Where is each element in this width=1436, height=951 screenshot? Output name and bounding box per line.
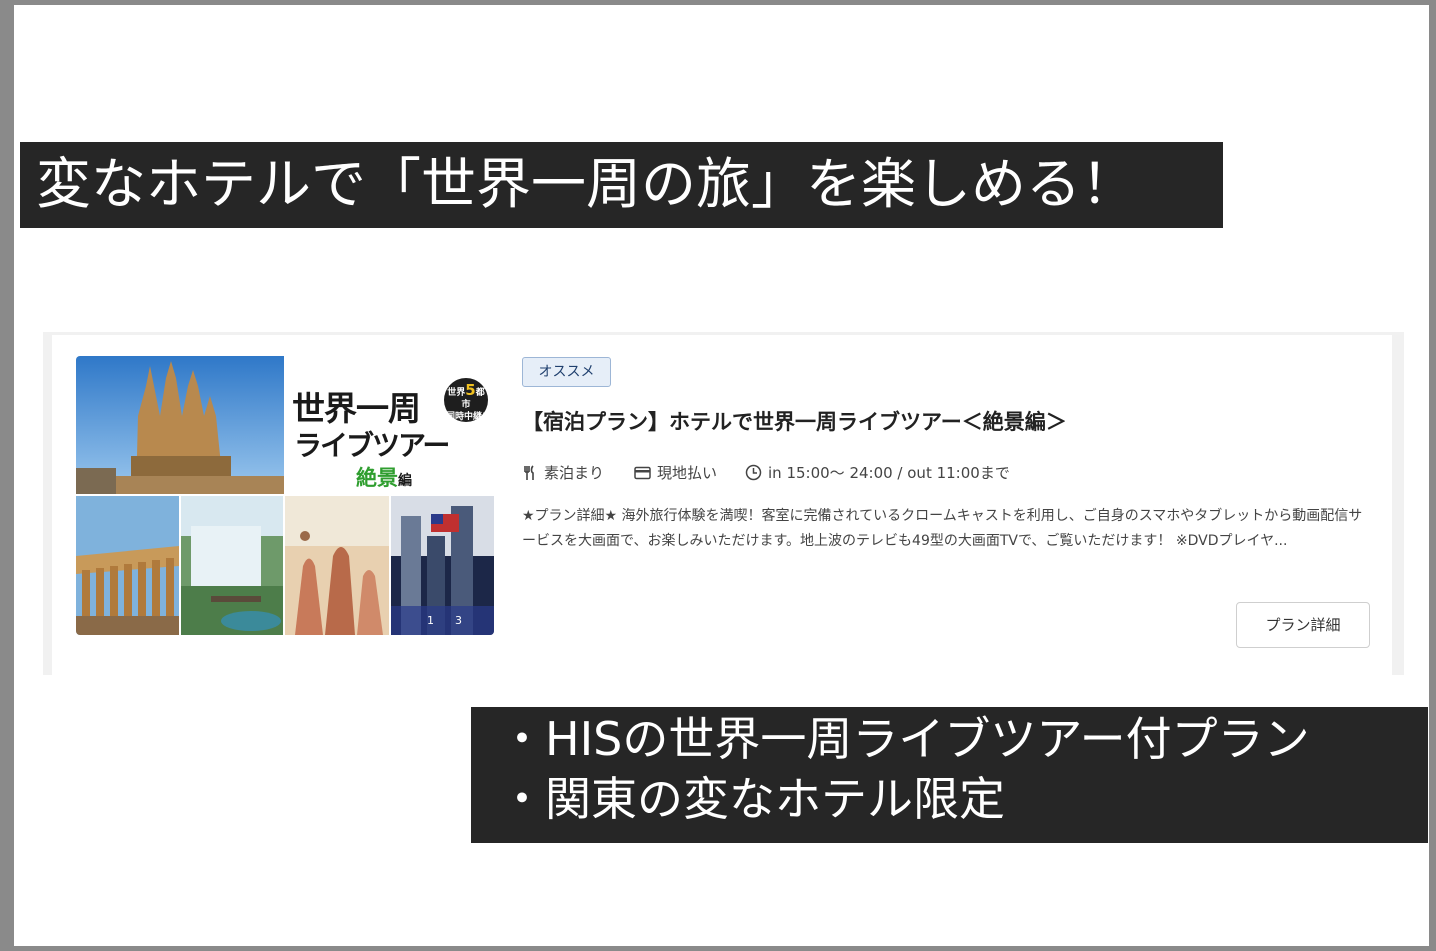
photo-sagrada-familia (76, 356, 284, 494)
bullet-item-2: ・関東の変なホテル限定 (499, 772, 1005, 826)
carousel-page-3[interactable]: 3 (455, 614, 462, 627)
plan-title[interactable]: 【宿泊プラン】ホテルで世界一周ライブツアー＜絶景編＞ (522, 406, 1067, 436)
bullet-item-1: ・HISの世界一周ライブツアー付プラン (499, 712, 1310, 766)
photo-cappadocia (285, 496, 389, 635)
photo-parthenon (76, 496, 179, 635)
recommend-tag: オススメ (522, 357, 611, 387)
meal-label: 素泊まり (544, 464, 605, 482)
headline-banner: 変なホテルで「世界一周の旅」を楽しめる！ (20, 142, 1223, 228)
photo-waterfall (181, 496, 283, 635)
plan-description: ★プラン詳細★ 海外旅行体験を満喫！客室に完備されているクロームキャストを利用し… (522, 508, 1363, 549)
bullet-banner: ・HISの世界一周ライブツアー付プラン ・関東の変なホテル限定 (471, 707, 1428, 843)
tour-title-line2: ライブツアー (294, 429, 450, 462)
tour-title-line1: 世界一周 (292, 389, 421, 428)
payment-label: 現地払い (657, 464, 718, 482)
checkin-info: in 15:00～ 24:00 / out 11:00まで (745, 462, 1010, 483)
five-cities-badge: 世界5都市 同時中継! (444, 378, 488, 422)
plan-detail-button[interactable]: プラン詳細 (1236, 602, 1370, 648)
card-icon (634, 466, 651, 479)
photo-new-york (391, 496, 494, 635)
clock-icon (745, 464, 762, 481)
carousel-page-1[interactable]: 1 (427, 614, 434, 627)
payment-info: 現地払い (634, 462, 717, 483)
tour-title-line3: 絶景編 (356, 466, 412, 490)
cutlery-icon (524, 464, 534, 480)
tour-title-panel: 世界一周 ライブツアー 絶景編 世界5都市 同時中継! (284, 356, 494, 494)
meal-info: 素泊まり (522, 462, 604, 483)
checkin-label: in 15:00～ 24:00 / out 11:00まで (768, 464, 1010, 482)
plan-thumbnail[interactable]: 世界一周 ライブツアー 絶景編 世界5都市 同時中継! 1 3 (76, 356, 494, 635)
